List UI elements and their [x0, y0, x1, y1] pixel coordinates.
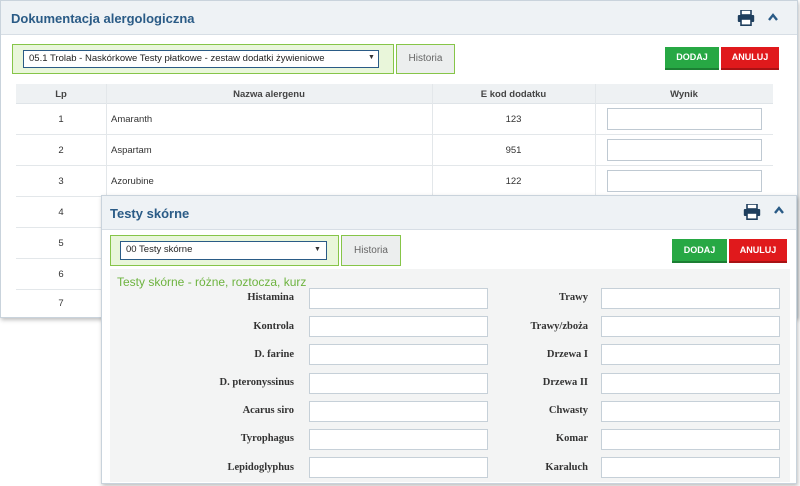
history-tab-label: Historia — [408, 53, 443, 64]
field-label-karaluch: Karaluch — [545, 462, 588, 473]
column-header: Wynik — [670, 89, 698, 100]
row-allergen-name: Azorubine — [111, 176, 154, 187]
row-allergen-name: Amaranth — [111, 114, 153, 125]
row-lp: 4 — [58, 207, 64, 218]
test-set-select[interactable]: 05.1 Trolab - Naskórkowe Testy płatkowe … — [23, 50, 379, 68]
row-divider — [16, 134, 773, 135]
input-drzewa-i[interactable] — [601, 344, 780, 365]
history-tab[interactable]: Historia — [341, 235, 401, 266]
printer-icon[interactable] — [743, 204, 761, 220]
cancel-button[interactable]: ANULUJ — [729, 239, 787, 263]
input-trawy-zboza[interactable] — [601, 316, 780, 337]
select-value: 05.1 Trolab - Naskórkowe Testy płatkowe … — [29, 53, 325, 64]
column-header: Nazwa alergenu — [233, 89, 305, 100]
row-lp: 1 — [58, 114, 64, 125]
row-lp: 3 — [58, 176, 64, 187]
skin-tests-panel: Testy skórne 00 Testy skórne ▼ Historia … — [101, 195, 797, 484]
field-label-kontrola: Kontrola — [253, 321, 294, 332]
caret-down-icon: ▼ — [314, 246, 321, 253]
panel-header — [102, 196, 796, 230]
row-e-code: 951 — [505, 145, 522, 156]
input-d-pteronyssinus[interactable] — [309, 373, 488, 394]
field-label-chwasty: Chwasty — [548, 405, 588, 416]
input-komar[interactable] — [601, 429, 780, 450]
column-header: Lp — [55, 89, 67, 100]
panel-title: Testy skórne — [110, 206, 190, 221]
input-tyrophagus[interactable] — [309, 429, 488, 450]
field-label-trawy: Trawy — [559, 292, 588, 303]
row-e-code: 123 — [505, 114, 522, 125]
cancel-button[interactable]: ANULUJ — [721, 47, 779, 70]
printer-icon[interactable] — [737, 10, 755, 26]
panel-title: Dokumentacja alergologiczna — [11, 11, 195, 26]
chevron-up-icon[interactable] — [768, 13, 778, 21]
result-input[interactable] — [607, 139, 762, 161]
add-button[interactable]: DODAJ — [672, 239, 727, 263]
chevron-up-icon[interactable] — [774, 206, 784, 214]
input-histamina[interactable] — [309, 288, 488, 309]
test-set-select[interactable]: 00 Testy skórne — [120, 241, 327, 260]
field-label-tyrophagus: Tyrophagus — [240, 433, 294, 444]
input-acarus-siro[interactable] — [309, 401, 488, 422]
input-karaluch[interactable] — [601, 457, 780, 478]
row-lp: 2 — [58, 145, 64, 156]
section-title: Testy skórne - różne, roztocza, kurz — [117, 275, 307, 289]
add-button[interactable]: DODAJ — [665, 47, 719, 70]
input-trawy[interactable] — [601, 288, 780, 309]
field-label-histamina: Histamina — [247, 292, 294, 303]
input-d-farine[interactable] — [309, 344, 488, 365]
caret-down-icon: ▼ — [368, 54, 375, 61]
input-drzewa-ii[interactable] — [601, 373, 780, 394]
history-tab[interactable]: Historia — [396, 44, 455, 74]
field-label-trawy-zboza: Trawy/zboża — [530, 321, 588, 332]
row-lp: 6 — [58, 269, 64, 280]
row-lp: 5 — [58, 238, 64, 249]
row-divider — [16, 165, 773, 166]
field-label-drzewa-ii: Drzewa II — [542, 377, 588, 388]
field-label-d-farine: D. farine — [254, 349, 294, 360]
field-label-drzewa-i: Drzewa I — [546, 349, 588, 360]
input-chwasty[interactable] — [601, 401, 780, 422]
row-e-code: 122 — [505, 176, 522, 187]
field-label-lepidoglyphus: Lepidoglyphus — [227, 462, 294, 473]
field-label-acarus-siro: Acarus siro — [242, 405, 294, 416]
row-allergen-name: Aspartam — [111, 145, 152, 156]
history-tab-label: Historia — [354, 245, 388, 256]
select-value: 00 Testy skórne — [126, 244, 193, 255]
column-header: E kod dodatku — [480, 89, 547, 100]
input-lepidoglyphus[interactable] — [309, 457, 488, 478]
field-label-komar: Komar — [555, 433, 588, 444]
result-input[interactable] — [607, 170, 762, 192]
field-label-d-pteronyssinus: D. pteronyssinus — [219, 377, 295, 388]
input-kontrola[interactable] — [309, 316, 488, 337]
row-lp: 7 — [58, 298, 64, 309]
result-input[interactable] — [607, 108, 762, 130]
